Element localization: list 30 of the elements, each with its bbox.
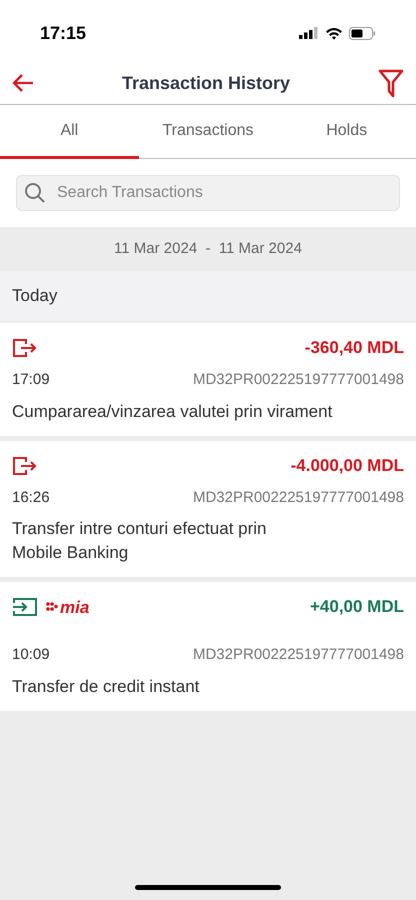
exit-icon	[12, 456, 38, 476]
section-header: Today	[12, 285, 58, 308]
transaction-amount: -4.000,00 MDL	[290, 454, 404, 476]
signal-icon	[299, 27, 319, 39]
wifi-icon	[325, 26, 343, 40]
transaction-card[interactable]: -4.000,00 MDL 16:26 MD32PR002225197777001498 Transfer intre conturi efectuat prin Mobile Banking	[0, 440, 416, 577]
tab[interactable]: Holds	[277, 105, 416, 159]
transaction-time: 17:09	[12, 370, 50, 390]
transaction-card[interactable]: -360,40 MDL 17:09 MD32PR002225197777001498 Cumpararea/vinzarea valutei prin virament	[0, 323, 416, 436]
transaction-amount: +40,00 MDL	[310, 596, 404, 618]
transaction-time: 10:09	[12, 645, 50, 665]
page-title: Transaction History	[122, 72, 290, 95]
transaction-amount: -360,40 MDL	[304, 337, 404, 359]
status-time: 17:15	[40, 22, 86, 44]
exit-icon	[12, 338, 38, 358]
mia-logo: mia	[46, 598, 90, 616]
enter-icon	[12, 597, 38, 617]
account-number: MD32PR002225197777001498	[192, 645, 404, 665]
transaction-time: 16:26	[12, 488, 50, 508]
transaction-card[interactable]: mia +40,00 MDL 10:09 MD32PR002225197777001498 Transfer de credit instant	[0, 582, 416, 710]
transaction-description: Transfer intre conturi efectuat prin Mobile Banking	[12, 518, 268, 564]
battery-icon	[349, 26, 376, 40]
account-number: MD32PR002225197777001498	[192, 370, 404, 390]
search-field[interactable]: Search Transactions	[16, 175, 400, 211]
date-range: 11 Mar 2024 - 11 Mar 2024	[114, 238, 302, 259]
search-icon	[24, 182, 46, 204]
transaction-description: Cumpararea/vinzarea valutei prin virament	[12, 400, 334, 422]
tab[interactable]: Transactions	[138, 105, 278, 159]
account-number: MD32PR002225197777001498	[192, 488, 404, 508]
transaction-description: Transfer de credit instant	[12, 676, 200, 698]
